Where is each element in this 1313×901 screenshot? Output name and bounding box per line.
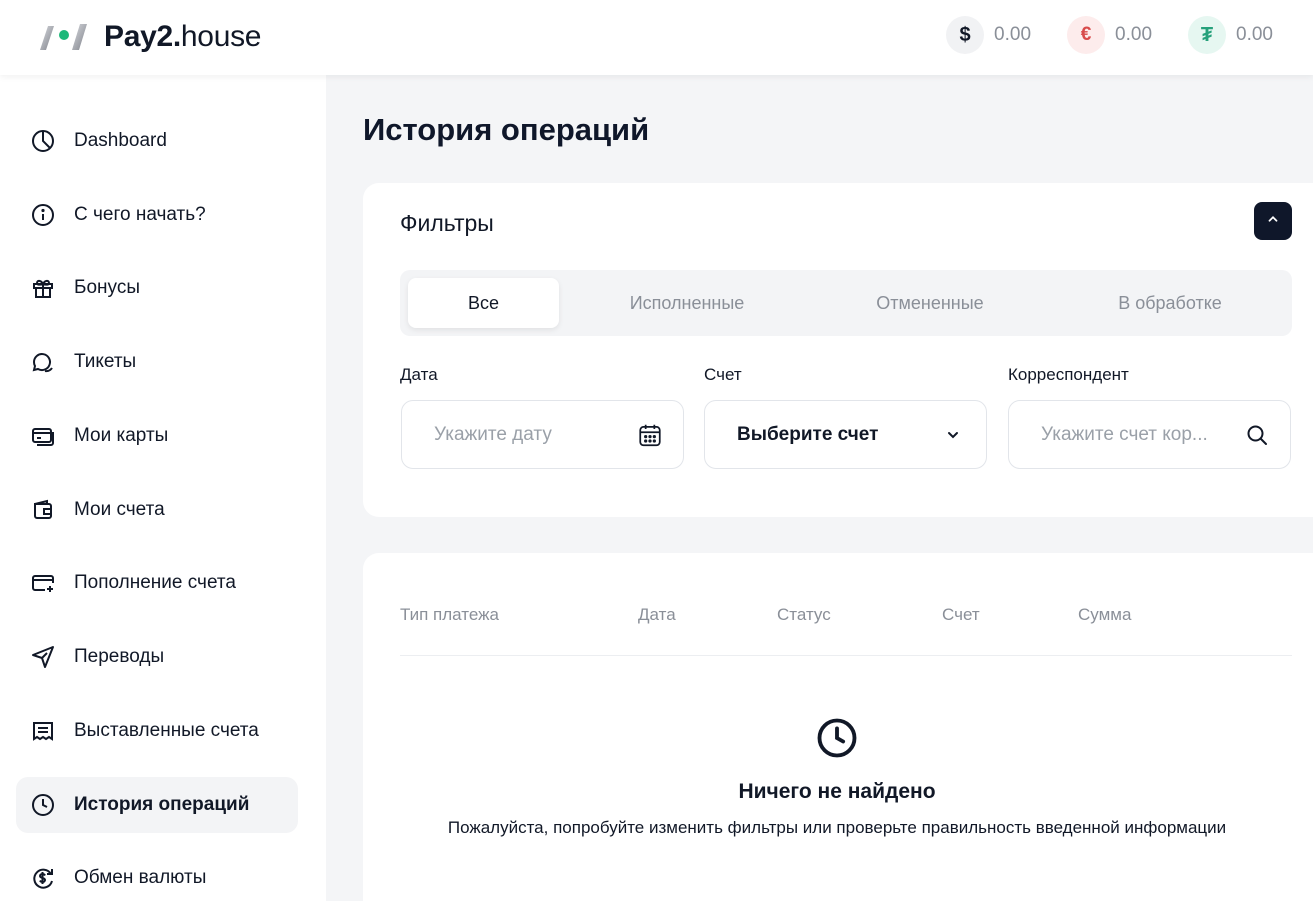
euro-icon: € [1067,16,1106,54]
card-plus-icon [30,570,56,596]
clock-icon [30,792,56,818]
sidebar-item-label: Тикеты [74,351,137,372]
column-header-account[interactable]: Счет [942,605,980,625]
tether-icon: ₮ [1188,16,1227,54]
page-title: История операций [363,112,650,147]
column-header-payment-type[interactable]: Тип платежа [400,605,499,625]
sidebar-item-tickets[interactable]: Тикеты [16,334,298,390]
sidebar-item-label: Пополнение счета [74,572,236,593]
calendar-icon[interactable] [637,422,663,448]
chevron-down-icon [940,422,966,448]
sidebar-item-my-accounts[interactable]: Мои счета [16,482,298,538]
empty-state-title: Ничего не найдено [738,780,936,803]
sidebar: Dashboard С чего начать? Бонусы Тикеты М… [0,75,326,901]
filters-panel: Фильтры Все Исполненные Отмененные В обр… [363,183,1313,517]
sidebar-item-label: Dashboard [74,130,167,151]
sidebar-item-label: Мои карты [74,425,169,446]
sidebar-item-dashboard[interactable]: Dashboard [16,113,298,169]
sidebar-item-label: Выставленные счета [74,720,259,741]
dollar-icon: $ [946,16,985,54]
date-field[interactable]: Укажите дату [401,400,684,469]
exchange-icon [30,865,56,891]
balance-usdt[interactable]: ₮ 0.00 [1188,16,1273,54]
brand-name: Pay2.house [104,20,262,53]
correspondent-field[interactable]: Укажите счет кор... [1008,400,1291,469]
table-header-divider [400,655,1292,656]
clock-icon [816,717,858,759]
pie-chart-icon [30,128,56,154]
sidebar-item-bonuses[interactable]: Бонусы [16,260,298,316]
account-select[interactable]: Выберите счет [704,400,987,469]
account-label: Счет [704,365,742,384]
sidebar-item-my-cards[interactable]: Мои карты [16,408,298,464]
column-header-amount[interactable]: Сумма [1078,605,1131,625]
status-tabs: Все Исполненные Отмененные В обработке [400,270,1292,336]
column-header-status[interactable]: Статус [777,605,831,625]
balance-eur-value: 0.00 [1115,24,1153,45]
account-select-value: Выберите счет [737,423,879,445]
sidebar-item-history[interactable]: История операций [16,777,298,833]
search-icon[interactable] [1244,422,1270,448]
sidebar-item-label: История операций [74,794,250,815]
empty-state-text: Пожалуйста, попробуйте изменить фильтры … [447,818,1227,837]
tab-cancelled[interactable]: Отмененные [830,278,1030,328]
operations-table: Тип платежа Дата Статус Счет Сумма Ничег… [363,553,1313,901]
tab-completed[interactable]: Исполненные [590,278,784,328]
wallet-icon [30,497,56,523]
balances: $ 0.00 € 0.00 ₮ 0.00 [946,16,1273,54]
logo-mark-icon [38,20,90,54]
cards-icon [30,423,56,449]
sidebar-item-label: Обмен валюты [74,867,207,888]
logo[interactable]: Pay2.house [38,20,261,54]
sidebar-item-top-up[interactable]: Пополнение счета [16,555,298,611]
sidebar-item-label: Переводы [74,646,165,667]
date-placeholder: Укажите дату [434,423,552,445]
balance-usd-value: 0.00 [994,24,1032,45]
tab-all[interactable]: Все [408,278,559,328]
sidebar-item-label: Мои счета [74,499,165,520]
sidebar-item-invoices[interactable]: Выставленные счета [16,703,298,759]
info-icon [30,202,56,228]
sidebar-item-transfers[interactable]: Переводы [16,629,298,685]
correspondent-placeholder: Укажите счет кор... [1041,423,1208,445]
sidebar-item-exchange[interactable]: Обмен валюты [16,850,298,901]
tab-processing[interactable]: В обработке [1070,278,1270,328]
chevron-up-icon [1266,212,1280,231]
correspondent-label: Корреспондент [1008,365,1129,384]
sidebar-item-getting-started[interactable]: С чего начать? [16,187,298,243]
gift-icon [30,275,56,301]
filters-title: Фильтры [400,210,494,236]
balance-eur[interactable]: € 0.00 [1067,16,1152,54]
column-header-date[interactable]: Дата [638,605,676,625]
balance-usdt-value: 0.00 [1236,24,1273,45]
date-label: Дата [400,365,438,384]
collapse-filters-button[interactable] [1254,202,1292,240]
send-icon [30,644,56,670]
sidebar-item-label: Бонусы [74,277,140,298]
receipt-icon [30,718,56,744]
sidebar-item-label: С чего начать? [74,204,206,225]
balance-usd[interactable]: $ 0.00 [946,16,1031,54]
top-header: Pay2.house $ 0.00 € 0.00 ₮ 0.00 [0,0,1313,75]
chat-icon [30,349,56,375]
